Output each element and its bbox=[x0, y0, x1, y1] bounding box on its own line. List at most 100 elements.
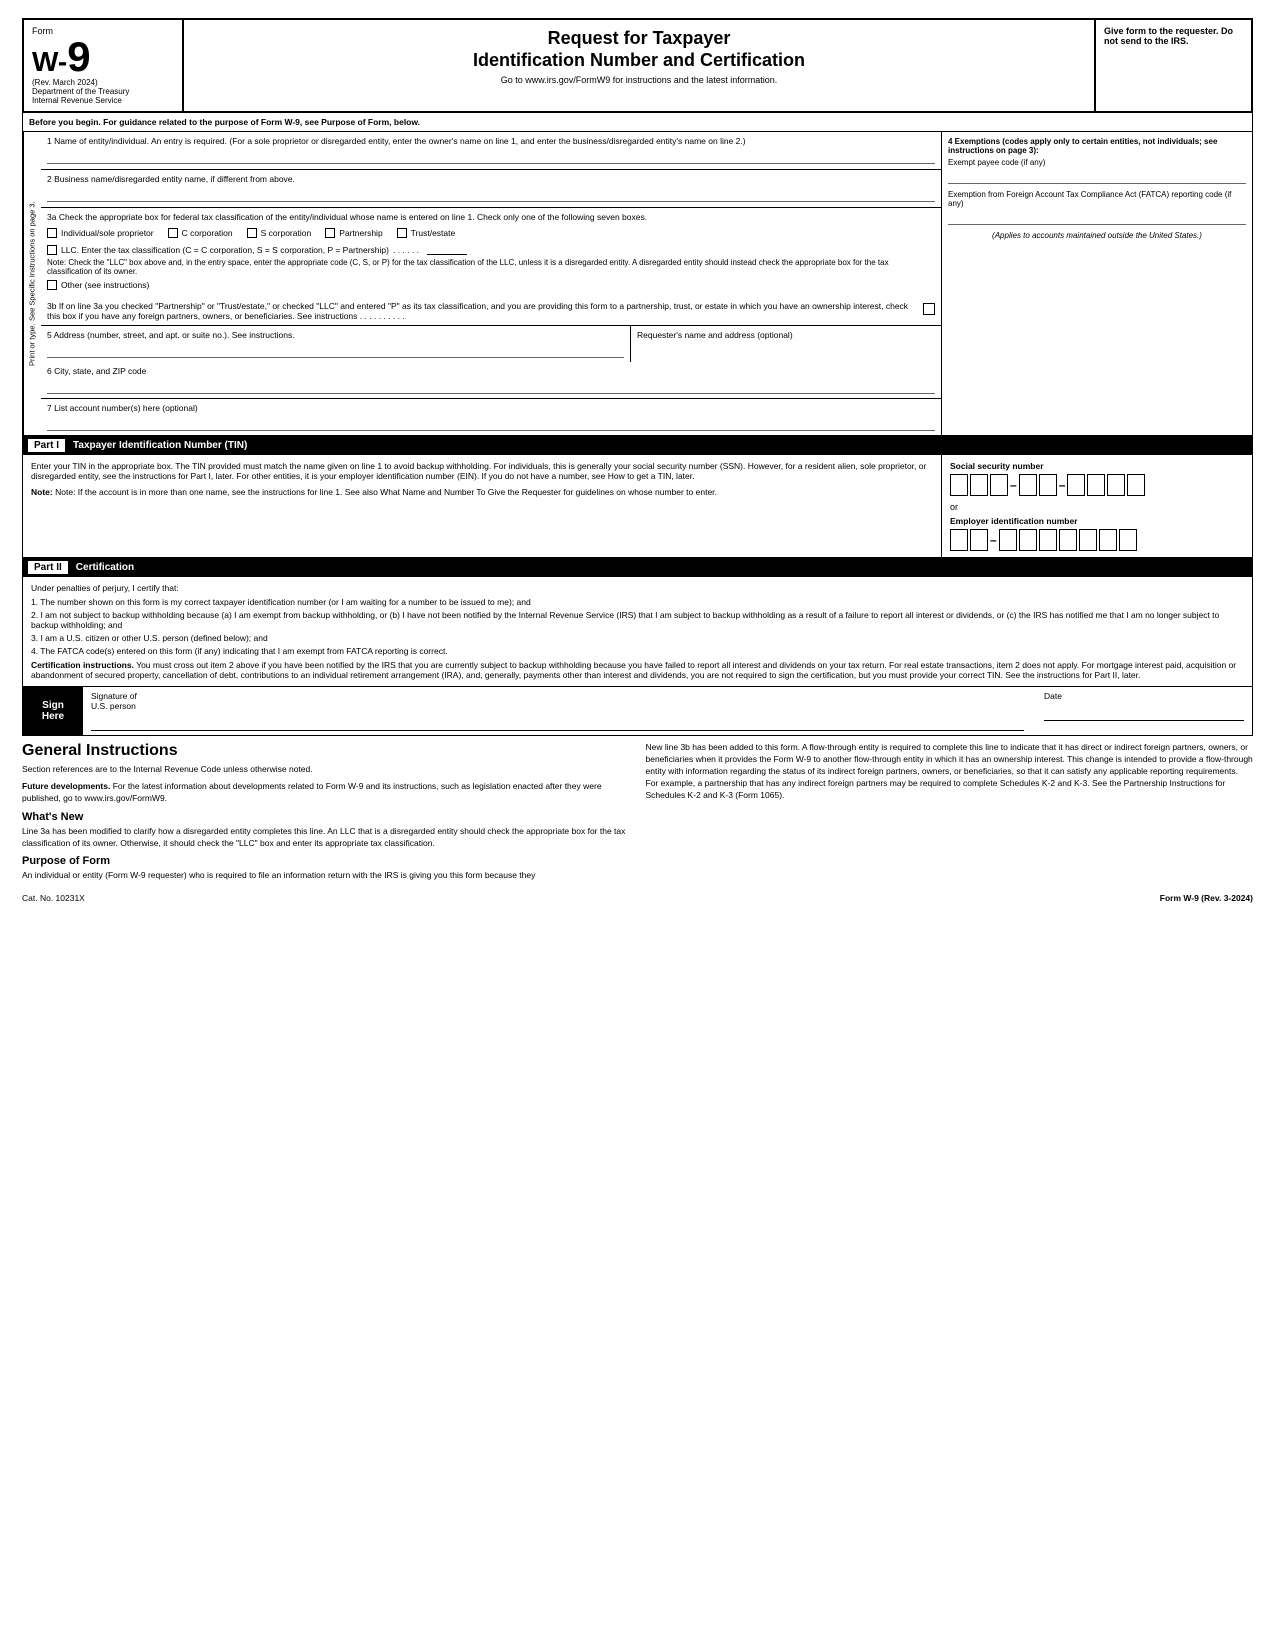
ein-box: Employer identification number – bbox=[950, 516, 1244, 551]
ein-cell-9[interactable] bbox=[1119, 529, 1137, 551]
cert-item-2: 2. I am not subject to backup withholdin… bbox=[31, 610, 1244, 630]
ssn-cell-8[interactable] bbox=[1107, 474, 1125, 496]
ssn-cell-3[interactable] bbox=[990, 474, 1008, 496]
side-label: Print or type. See Specific Instructions… bbox=[23, 132, 41, 435]
ein-label: Employer identification number bbox=[950, 516, 1244, 526]
header-right: Give form to the requester. Do not send … bbox=[1096, 20, 1251, 111]
whats-new-text: Line 3a has been modified to clarify how… bbox=[22, 826, 630, 850]
cb-trust[interactable] bbox=[397, 228, 407, 238]
cb-llc[interactable] bbox=[47, 245, 57, 255]
sign-label: Sign Here bbox=[23, 687, 83, 735]
gen-future-bold: Future developments. bbox=[22, 781, 110, 791]
gen-left: General Instructions Section references … bbox=[22, 742, 630, 887]
ein-input-row: – bbox=[950, 529, 1244, 551]
sign-sig-line[interactable] bbox=[91, 713, 1024, 731]
tin-section: Enter your TIN in the appropriate box. T… bbox=[22, 455, 1253, 558]
part1-title: Taxpayer Identification Number (TIN) bbox=[73, 440, 247, 451]
field-3a-label: 3a Check the appropriate box for federal… bbox=[47, 212, 935, 222]
cb-individual[interactable] bbox=[47, 228, 57, 238]
applies-note: (Applies to accounts maintained outside … bbox=[948, 231, 1246, 240]
cb-llc-label: LLC. Enter the tax classification (C = C… bbox=[61, 245, 389, 255]
field-row-7: 7 List account number(s) here (optional) bbox=[41, 399, 941, 435]
cb-other-label: Other (see instructions) bbox=[61, 280, 149, 290]
form-fields: 1 Name of entity/individual. An entry is… bbox=[41, 132, 942, 435]
field-5-optional: Requester's name and address (optional) bbox=[631, 326, 941, 362]
field-7-label: 7 List account number(s) here (optional) bbox=[47, 403, 935, 413]
ssn-cell-6[interactable] bbox=[1067, 474, 1085, 496]
sign-date-label: Date bbox=[1044, 691, 1244, 701]
ssn-cell-9[interactable] bbox=[1127, 474, 1145, 496]
ein-cell-3[interactable] bbox=[999, 529, 1017, 551]
cb-scorp[interactable] bbox=[247, 228, 257, 238]
field-6-input[interactable] bbox=[47, 378, 935, 394]
cb-llc-row[interactable]: LLC. Enter the tax classification (C = C… bbox=[47, 245, 935, 255]
sign-sig: Signature of U.S. person bbox=[91, 691, 1024, 731]
cb-other[interactable] bbox=[47, 280, 57, 290]
cb-3b[interactable] bbox=[923, 303, 935, 315]
form-label: Form bbox=[32, 26, 174, 36]
exemptions-title: 4 Exemptions (codes apply only to certai… bbox=[948, 137, 1246, 155]
field-6-label: 6 City, state, and ZIP code bbox=[47, 366, 935, 376]
sign-date-line[interactable] bbox=[1044, 703, 1244, 721]
cb-ccorp-row[interactable]: C corporation bbox=[168, 228, 233, 238]
general-section: General Instructions Section references … bbox=[22, 742, 1253, 887]
field-5-input[interactable] bbox=[47, 342, 624, 358]
ssn-cell-7[interactable] bbox=[1087, 474, 1105, 496]
cb-llc-dots: . . . . . . bbox=[393, 245, 419, 255]
cb-trust-row[interactable]: Trust/estate bbox=[397, 228, 456, 238]
tin-note-bold: Note: bbox=[31, 487, 53, 497]
cb-other-row[interactable]: Other (see instructions) bbox=[47, 280, 935, 290]
part2-title: Certification bbox=[76, 562, 134, 573]
field-row-6: 6 City, state, and ZIP code bbox=[41, 362, 941, 399]
form-label-footer: Form W-9 (Rev. 3-2024) bbox=[1160, 893, 1253, 903]
cert-item-4: 4. The FATCA code(s) entered on this for… bbox=[31, 646, 1244, 656]
ein-cell-4[interactable] bbox=[1019, 529, 1037, 551]
ein-cell-2[interactable] bbox=[970, 529, 988, 551]
ssn-cell-5[interactable] bbox=[1039, 474, 1057, 496]
field-5-label: 5 Address (number, street, and apt. or s… bbox=[47, 330, 624, 340]
ein-cell-1[interactable] bbox=[950, 529, 968, 551]
ssn-label: Social security number bbox=[950, 461, 1244, 471]
field-row-2: 2 Business name/disregarded entity name,… bbox=[41, 170, 941, 208]
field-5-area: 5 Address (number, street, and apt. or s… bbox=[41, 326, 631, 362]
ein-cell-5[interactable] bbox=[1039, 529, 1057, 551]
part1-banner: Part I Taxpayer Identification Number (T… bbox=[22, 436, 1253, 455]
ssn-cell-4[interactable] bbox=[1019, 474, 1037, 496]
or-text: or bbox=[950, 502, 1244, 512]
exempt-payee-input[interactable] bbox=[948, 170, 1246, 184]
note-llc: Note: Check the "LLC" box above and, in … bbox=[47, 258, 935, 276]
ein-cell-6[interactable] bbox=[1059, 529, 1077, 551]
ein-cell-8[interactable] bbox=[1099, 529, 1117, 551]
cb-scorp-row[interactable]: S corporation bbox=[247, 228, 312, 238]
cert-instructions: Certification instructions. You must cro… bbox=[31, 660, 1244, 680]
cb-partnership-row[interactable]: Partnership bbox=[325, 228, 382, 238]
tin-right: Social security number – – or Emplo bbox=[942, 455, 1252, 557]
cb-partnership[interactable] bbox=[325, 228, 335, 238]
sign-date: Date bbox=[1044, 691, 1244, 731]
cert-section: Under penalties of perjury, I certify th… bbox=[22, 577, 1253, 687]
fatca-input[interactable] bbox=[948, 211, 1246, 225]
checkbox-group-main: Individual/sole proprietor C corporation… bbox=[47, 225, 935, 241]
field-2-input[interactable] bbox=[47, 186, 935, 202]
sign-section: Sign Here Signature of U.S. person Date bbox=[22, 687, 1253, 736]
field-1-input[interactable] bbox=[47, 148, 935, 164]
sign-fields: Signature of U.S. person Date bbox=[83, 687, 1252, 735]
addr-row: 5 Address (number, street, and apt. or s… bbox=[41, 326, 941, 362]
ssn-dash-1: – bbox=[1010, 478, 1017, 492]
ssn-cell-1[interactable] bbox=[950, 474, 968, 496]
sign-label-line1: Sign bbox=[29, 700, 77, 711]
part1-label: Part I bbox=[28, 439, 65, 452]
cert-instructions-bold: Certification instructions. bbox=[31, 660, 134, 670]
cb-ccorp[interactable] bbox=[168, 228, 178, 238]
ssn-cell-2[interactable] bbox=[970, 474, 988, 496]
cert-instructions-text: You must cross out item 2 above if you h… bbox=[31, 660, 1236, 680]
tin-left: Enter your TIN in the appropriate box. T… bbox=[23, 455, 942, 557]
form-right: 4 Exemptions (codes apply only to certai… bbox=[942, 132, 1252, 435]
cb-individual-row[interactable]: Individual/sole proprietor bbox=[47, 228, 154, 238]
ein-cell-7[interactable] bbox=[1079, 529, 1097, 551]
whats-new-heading: What's New bbox=[22, 811, 630, 823]
before-begin: Before you begin. For guidance related t… bbox=[22, 113, 1253, 132]
ssn-dash-2: – bbox=[1059, 478, 1066, 492]
cert-items: 1. The number shown on this form is my c… bbox=[31, 597, 1244, 656]
field-7-input[interactable] bbox=[47, 415, 935, 431]
